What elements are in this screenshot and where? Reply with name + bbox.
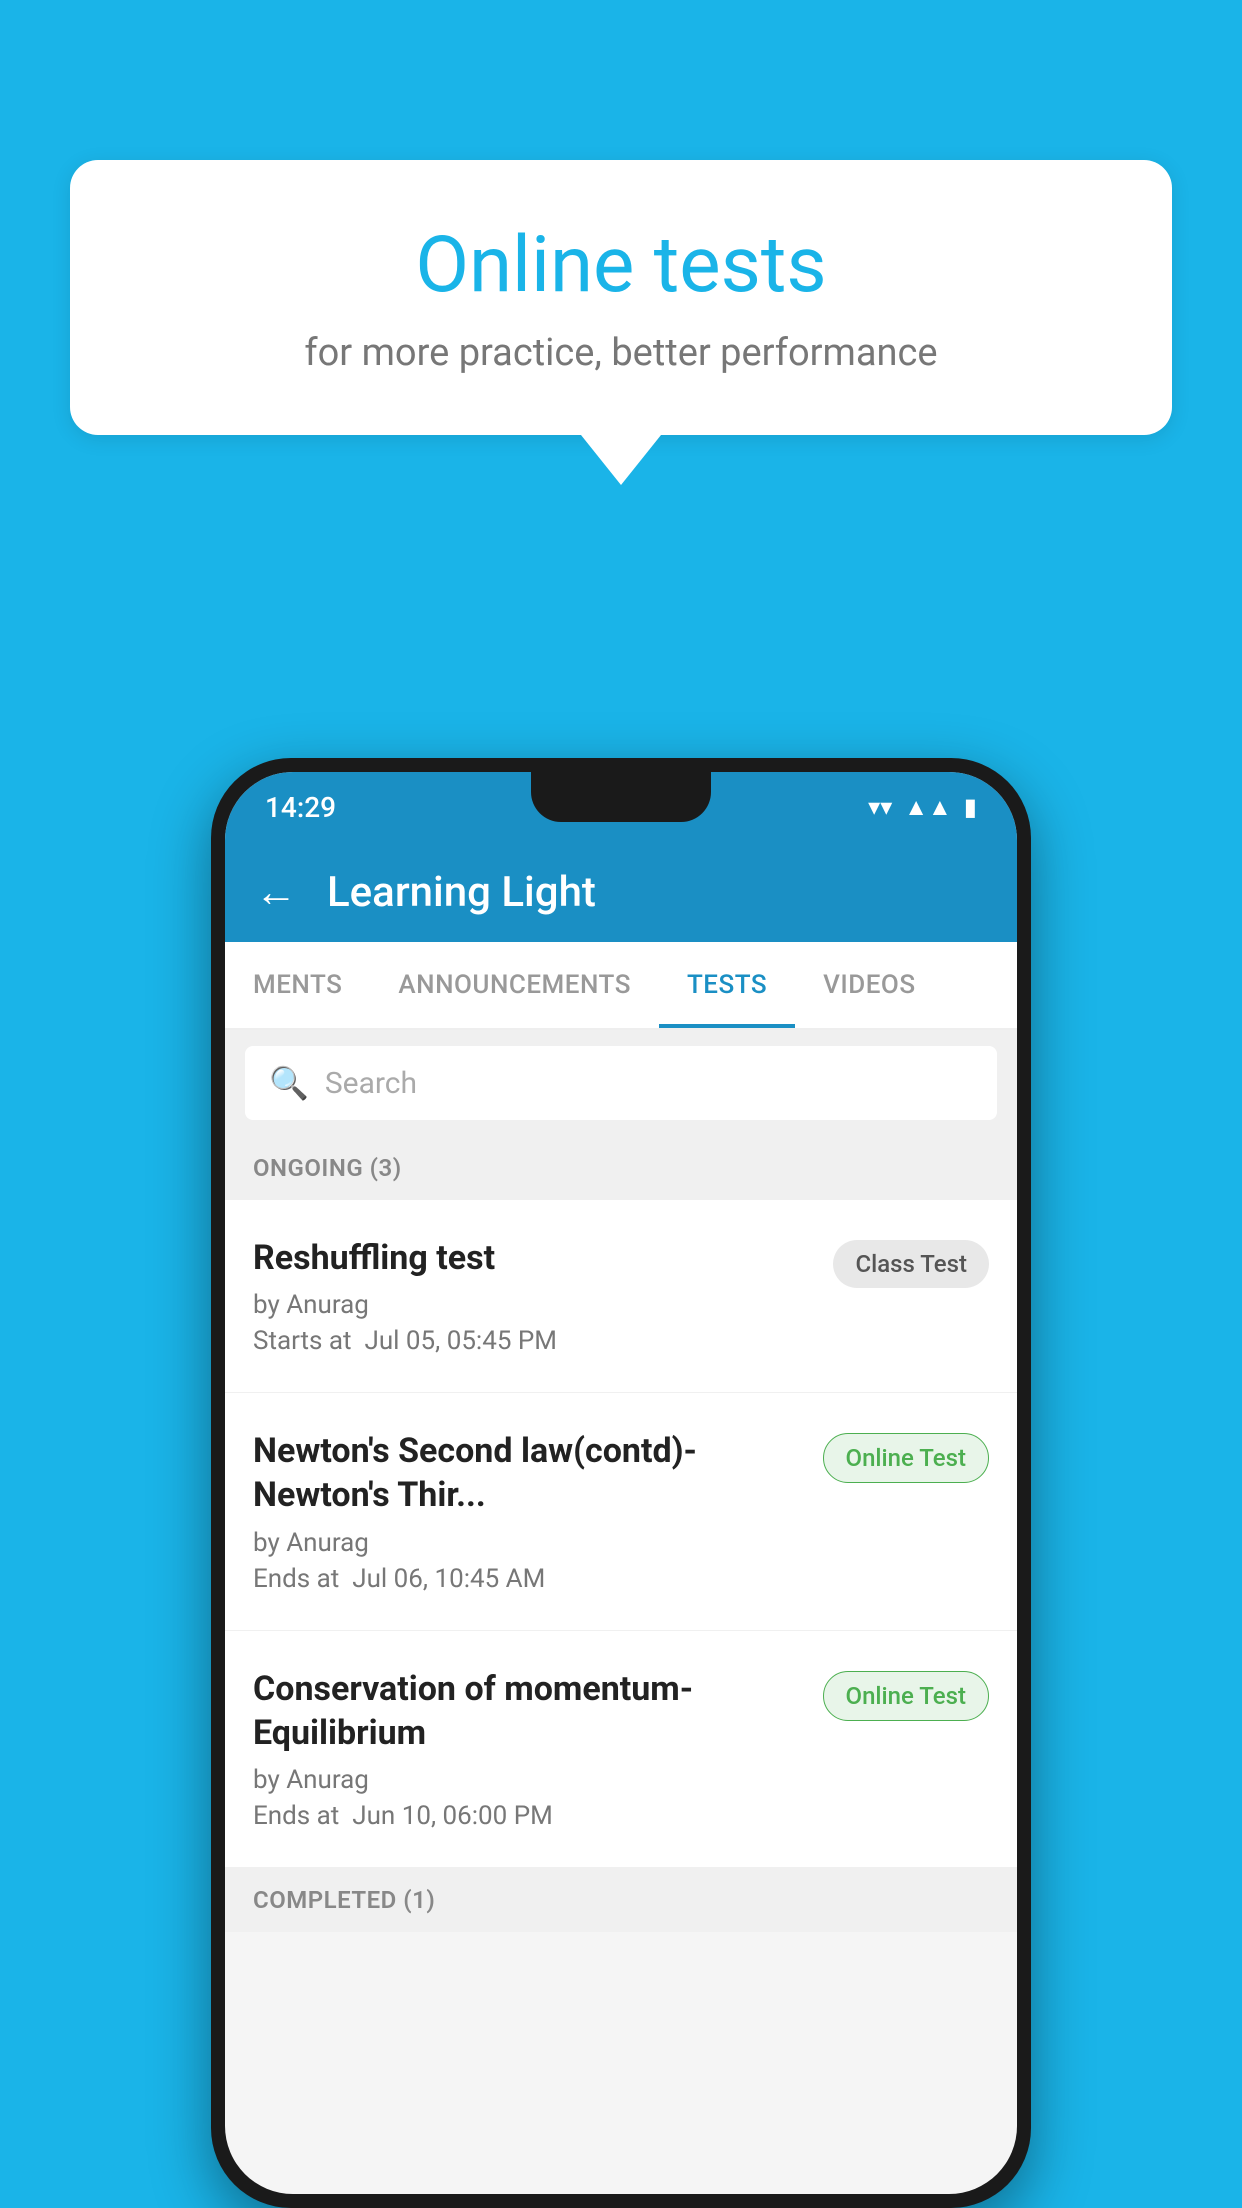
completed-section-title: COMPLETED (1): [253, 1886, 435, 1914]
test-badge-3: Online Test: [823, 1671, 989, 1721]
tab-ments[interactable]: MENTS: [225, 942, 370, 1028]
wifi-icon: ▾▾: [868, 793, 892, 821]
completed-section-header: COMPLETED (1): [225, 1868, 1017, 1932]
phone-screen: 14:29 ▾▾ ▲▲ ▮ ← Learning Light MENTS ANN…: [225, 772, 1017, 2194]
test-date-2: Ends at Jul 06, 10:45 AM: [253, 1564, 803, 1594]
test-badge-1: Class Test: [833, 1240, 989, 1288]
search-container: 🔍 Search: [225, 1030, 1017, 1136]
test-info-3: Conservation of momentum-Equilibrium by …: [253, 1667, 803, 1831]
search-bar[interactable]: 🔍 Search: [245, 1046, 997, 1120]
tab-announcements[interactable]: ANNOUNCEMENTS: [370, 942, 659, 1028]
back-button[interactable]: ←: [255, 868, 297, 917]
test-list: Reshuffling test by Anurag Starts at Jul…: [225, 1200, 1017, 1868]
tab-tests[interactable]: TESTS: [659, 942, 795, 1028]
ongoing-section-title: ONGOING (3): [253, 1154, 402, 1182]
search-placeholder: Search: [325, 1066, 417, 1101]
test-badge-2: Online Test: [823, 1433, 989, 1483]
status-time: 14:29: [265, 791, 336, 824]
speech-bubble-title: Online tests: [150, 220, 1092, 311]
app-header: ← Learning Light: [225, 842, 1017, 942]
test-name-1: Reshuffling test: [253, 1236, 813, 1280]
phone-notch: [531, 772, 711, 822]
test-item-1[interactable]: Reshuffling test by Anurag Starts at Jul…: [225, 1200, 1017, 1393]
speech-bubble: Online tests for more practice, better p…: [70, 160, 1172, 435]
ongoing-section-header: ONGOING (3): [225, 1136, 1017, 1200]
test-date-1: Starts at Jul 05, 05:45 PM: [253, 1326, 813, 1356]
test-item-2[interactable]: Newton's Second law(contd)-Newton's Thir…: [225, 1393, 1017, 1630]
test-name-2: Newton's Second law(contd)-Newton's Thir…: [253, 1429, 803, 1517]
app-title: Learning Light: [327, 868, 596, 917]
test-info-1: Reshuffling test by Anurag Starts at Jul…: [253, 1236, 813, 1356]
search-icon: 🔍: [269, 1064, 309, 1102]
test-info-2: Newton's Second law(contd)-Newton's Thir…: [253, 1429, 803, 1593]
tab-videos[interactable]: VIDEOS: [795, 942, 943, 1028]
phone-outer: 14:29 ▾▾ ▲▲ ▮ ← Learning Light MENTS ANN…: [211, 758, 1031, 2208]
status-icons: ▾▾ ▲▲ ▮: [868, 793, 977, 822]
test-author-3: by Anurag: [253, 1765, 803, 1795]
signal-icon: ▲▲: [904, 793, 952, 822]
phone-container: 14:29 ▾▾ ▲▲ ▮ ← Learning Light MENTS ANN…: [211, 758, 1031, 2208]
test-author-1: by Anurag: [253, 1290, 813, 1320]
test-date-3: Ends at Jun 10, 06:00 PM: [253, 1801, 803, 1831]
speech-bubble-container: Online tests for more practice, better p…: [70, 160, 1172, 485]
battery-icon: ▮: [964, 793, 977, 821]
test-name-3: Conservation of momentum-Equilibrium: [253, 1667, 803, 1755]
test-author-2: by Anurag: [253, 1528, 803, 1558]
speech-bubble-tail: [581, 435, 661, 485]
test-item-3[interactable]: Conservation of momentum-Equilibrium by …: [225, 1631, 1017, 1868]
tabs-container: MENTS ANNOUNCEMENTS TESTS VIDEOS: [225, 942, 1017, 1030]
speech-bubble-subtitle: for more practice, better performance: [150, 331, 1092, 375]
